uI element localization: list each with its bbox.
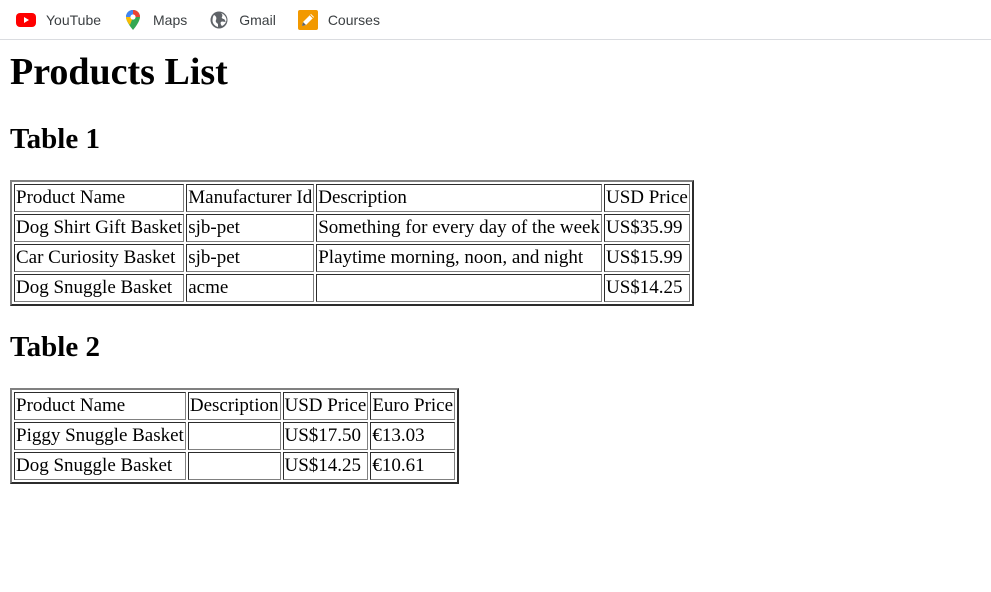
globe-icon — [209, 10, 229, 30]
page-content: Products List Table 1 Product Name Manuf… — [0, 51, 991, 484]
table-cell: €10.61 — [370, 451, 456, 480]
bookmarks-bar: YouTube Maps Gmail Courses — [0, 0, 991, 40]
table-cell: Something for every day of the week — [316, 213, 602, 242]
table2: Product Name Description USD Price Euro … — [10, 387, 460, 484]
table-cell: acme — [186, 273, 315, 302]
table2-header-usd-price: USD Price — [282, 391, 369, 420]
bookmark-courses-label: Courses — [327, 11, 380, 28]
maps-icon — [123, 9, 143, 30]
table-cell: US$35.99 — [603, 213, 690, 242]
table-cell — [187, 421, 281, 450]
bookmark-youtube-label: YouTube — [46, 11, 102, 28]
table-header-row: Product Name Description USD Price Euro … — [14, 391, 456, 420]
table-cell: US$15.99 — [603, 243, 690, 272]
table1-header-description: Description — [316, 183, 602, 212]
table2-header-description: Description — [187, 391, 281, 420]
bookmark-maps-label: Maps — [153, 11, 188, 28]
table1-header-usd-price: USD Price — [603, 183, 690, 212]
table-row: Piggy Snuggle Basket US$17.50 €13.03 — [14, 421, 456, 450]
table-cell: US$14.25 — [603, 273, 690, 302]
pencil-icon — [297, 9, 318, 30]
page-title: Products List — [10, 51, 228, 93]
table1: Product Name Manufacturer Id Description… — [10, 179, 694, 306]
table-header-row: Product Name Manufacturer Id Description… — [14, 183, 690, 212]
table-cell: Car Curiosity Basket — [14, 243, 185, 272]
table1-header-manufacturer-id: Manufacturer Id — [186, 183, 315, 212]
bookmark-youtube[interactable]: YouTube — [16, 10, 101, 30]
table2-heading: Table 2 — [10, 330, 100, 363]
table-row: Dog Snuggle Basket acme US$14.25 — [14, 273, 690, 302]
table2-header-euro-price: Euro Price — [370, 391, 456, 420]
table-cell — [187, 451, 281, 480]
table-row: Dog Snuggle Basket US$14.25 €10.61 — [14, 451, 456, 480]
table-cell: sjb-pet — [186, 243, 315, 272]
bookmark-gmail-label: Gmail — [239, 11, 276, 28]
table-cell: €13.03 — [370, 421, 456, 450]
table-cell: US$14.25 — [282, 451, 369, 480]
bookmark-maps[interactable]: Maps — [123, 9, 188, 30]
table-cell: sjb-pet — [186, 213, 315, 242]
table-row: Dog Shirt Gift Basket sjb-pet Something … — [14, 213, 690, 242]
table-cell — [316, 273, 602, 302]
table-cell: Dog Snuggle Basket — [14, 273, 185, 302]
table-cell: Piggy Snuggle Basket — [14, 421, 186, 450]
table-cell: Dog Shirt Gift Basket — [14, 213, 185, 242]
table-row: Car Curiosity Basket sjb-pet Playtime mo… — [14, 243, 690, 272]
bookmark-gmail[interactable]: Gmail — [209, 10, 276, 30]
table2-header-product-name: Product Name — [14, 391, 186, 420]
table-cell: Playtime morning, noon, and night — [316, 243, 602, 272]
table-cell: US$17.50 — [282, 421, 369, 450]
youtube-icon — [16, 10, 36, 30]
bookmark-courses[interactable]: Courses — [297, 9, 380, 30]
table1-header-product-name: Product Name — [14, 183, 185, 212]
table1-heading: Table 1 — [10, 122, 100, 155]
table-cell: Dog Snuggle Basket — [14, 451, 186, 480]
